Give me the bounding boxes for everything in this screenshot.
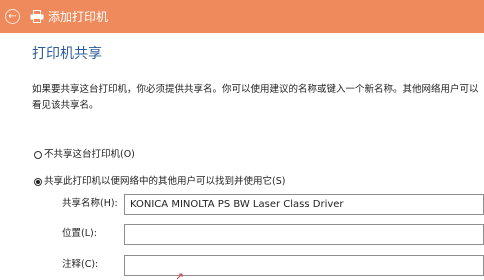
share-label[interactable]: 共享此打印机以便网络中的其他用户可以找到并使用它(S) (44, 175, 285, 189)
location-label: 位置(L): (62, 228, 97, 239)
back-button[interactable]: ← (5, 9, 20, 24)
pointer-arrow-icon (176, 273, 183, 280)
window-title: 添加打印机 (48, 10, 109, 24)
share-description: 如果要共享这台打印机，你必须提供共享名。你可以使用建议的名称或键入一个新名称。其… (32, 84, 479, 111)
location-field[interactable] (124, 224, 484, 245)
page-title: 打印机共享 (32, 46, 102, 62)
no-share-radio[interactable] (34, 151, 42, 159)
no-share-label[interactable]: 不共享这台打印机(O) (44, 148, 135, 162)
title-bar: ← 添加打印机 (0, 0, 484, 33)
share-name-label: 共享名称(H): (62, 198, 118, 209)
back-arrow-icon: ← (8, 11, 17, 22)
printer-icon (30, 10, 44, 23)
comment-label: 注释(C): (62, 259, 99, 270)
share-name-field[interactable] (124, 194, 484, 215)
share-radio[interactable] (34, 178, 42, 186)
